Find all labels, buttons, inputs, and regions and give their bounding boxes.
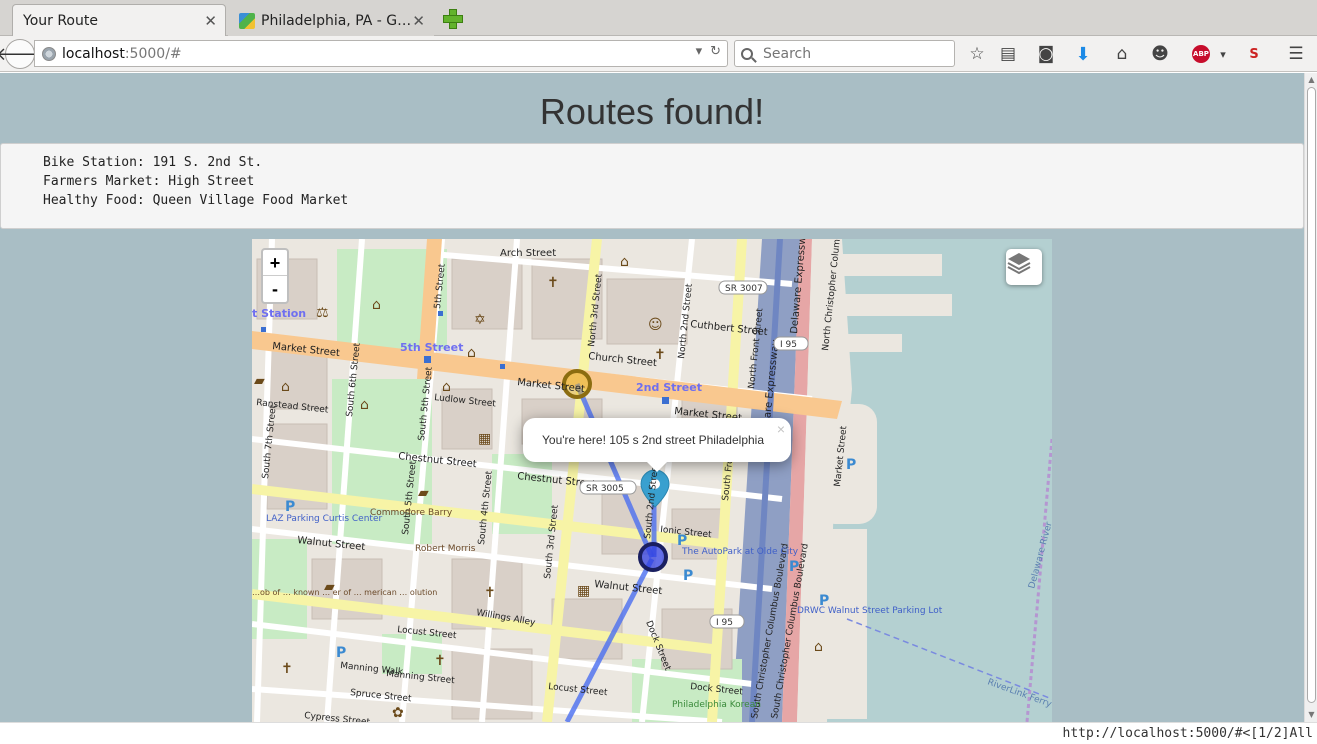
map-label: The AutoPark at Olde City [681,547,799,557]
menu-icon[interactable]: ☰ [1284,42,1308,66]
museum-icon: ⌂ [814,639,823,655]
bike-station-result: Bike Station: 191 S. 2nd St. [43,155,263,170]
parking-icon: P [819,593,829,609]
status-vim-indicator: <[1/2]All [1242,726,1313,741]
popup-close-button[interactable]: × [777,421,785,437]
parking-icon: P [846,457,856,473]
map-label: 2nd Street [636,381,702,394]
chat-icon[interactable]: ☻ [1148,42,1172,66]
church-icon: ✝ [654,347,666,363]
location-popup: You're here! 105 s 2nd street Philadelph… [523,418,791,472]
map-label: LAZ Parking Curtis Center [266,514,382,524]
google-maps-icon [239,12,255,29]
zoom-control: + - [261,248,289,304]
map-label: t Station [252,307,306,320]
farmers-market-result: Farmers Market: High Street [43,174,255,189]
parking-icon: P [285,499,295,515]
pocket-icon[interactable]: ◙ [1034,42,1058,66]
search-icon [741,47,753,60]
parking-icon: P [683,568,693,584]
healthy-food-result: Healthy Food: Queen Village Food Market [43,193,349,208]
url-bar[interactable]: localhost:5000/# ▾ ↻ [34,40,728,67]
reload-icon[interactable]: ↻ [710,44,721,59]
results-box: Bike Station: 191 S. 2nd St. Farmers Mark… [0,143,1304,229]
status-link: http://localhost:5000/# [1062,726,1243,741]
download-icon[interactable]: ⬇ [1071,42,1095,66]
route-map[interactable]: Arch Street Market Street Market Street … [252,239,1052,722]
adblock-button[interactable]: ABP [1189,42,1213,66]
map-label: Commodore Barry [370,508,453,518]
dropdown-icon[interactable]: ▾ [696,44,703,59]
cinema-icon: ▦ [478,431,491,447]
synagogue-icon: ✡ [474,312,486,328]
museum-icon: ⌂ [360,397,369,413]
cinema-icon: ▦ [577,583,590,599]
adblock-icon: ABP [1192,45,1210,63]
search-bar[interactable] [734,40,955,67]
memorial-icon: ✿ [392,705,404,721]
url-host: localhost [62,45,125,62]
layers-icon [1007,253,1031,275]
museum-icon: ⌂ [442,379,451,395]
layers-button[interactable] [1006,249,1042,285]
theatre-icon: ☺ [648,317,663,333]
tab-title: Philadelphia, PA - G… [261,12,412,29]
page-body: Routes found! Bike Station: 191 S. 2nd S… [0,73,1304,722]
museum-icon: ⌂ [467,345,476,361]
map-label: …ob of … known … er of … merican … oluti… [252,588,437,597]
parking-icon: P [336,645,346,661]
parking-icon: P [677,533,687,549]
tab-philadelphia-maps[interactable]: Philadelphia, PA - G… ✕ [228,4,434,36]
dropdown-icon[interactable]: ▾ [1211,42,1235,66]
map-label: SR 3007 [725,284,763,294]
museum-icon: ⌂ [281,379,290,395]
map-label: Philadelphia Korean [672,700,761,710]
star-icon[interactable]: ☆ [965,42,989,66]
globe-icon [42,46,56,61]
church-icon: ✝ [547,275,559,291]
map-label: I 95 [780,340,797,350]
zoom-in-button[interactable]: + [263,250,287,276]
tab-title: Your Route [23,12,98,29]
zoom-out-button[interactable]: - [263,276,287,302]
close-tab-icon[interactable]: ✕ [412,12,425,30]
status-url: http://localhost:5000/#<[1/2]All [1063,726,1313,741]
search-input[interactable] [761,44,941,63]
scroll-up-icon[interactable]: ▲ [1307,75,1316,85]
back-button[interactable]: 🡐 [0,39,44,69]
church-icon: ✝ [434,653,446,669]
reading-list-icon[interactable]: ▤ [996,42,1020,66]
popup-text: You're here! 105 s 2nd street Philadelph… [542,433,765,447]
parking-icon: P [789,559,799,575]
map-label: I 95 [716,618,733,628]
map-label: 5th Street [400,341,463,354]
map-label: Robert Morris [415,544,476,554]
museum-icon: ⌂ [372,297,381,313]
map-tiles: Arch Street Market Street Market Street … [252,239,1052,722]
navigation-bar: 🡐 localhost:5000/# ▾ ↻ ☆ ▤ ◙ ⬇ ⌂ ☻ ABP ▾… [0,36,1317,72]
url-path: :5000/# [124,45,182,62]
home-icon[interactable]: ⌂ [1110,42,1134,66]
tab-bar: Your Route ✕ Philadelphia, PA - G… ✕ [0,0,1317,36]
page-scrollbar[interactable]: ▲ ▼ [1304,73,1317,722]
map-label: SR 3005 [586,484,624,494]
new-tab-button[interactable] [443,9,463,29]
close-tab-icon[interactable]: ✕ [204,12,217,30]
library-icon: ▰ [324,579,335,595]
church-icon: ✝ [281,661,293,677]
scroll-down-icon[interactable]: ▼ [1307,710,1316,720]
library-icon: ▰ [418,485,429,501]
library-icon: ▰ [254,373,265,389]
extension-icon[interactable]: S [1242,42,1266,66]
church-icon: ✝ [484,585,496,601]
courthouse-icon: ⚖ [316,305,329,321]
status-bar: http://localhost:5000/#<[1/2]All [0,722,1317,744]
page-title: Routes found! [539,91,765,132]
museum-icon: ⌂ [620,254,629,270]
map-label: Arch Street [500,248,556,259]
tab-your-route[interactable]: Your Route ✕ [12,4,226,36]
scroll-thumb[interactable] [1307,87,1316,703]
